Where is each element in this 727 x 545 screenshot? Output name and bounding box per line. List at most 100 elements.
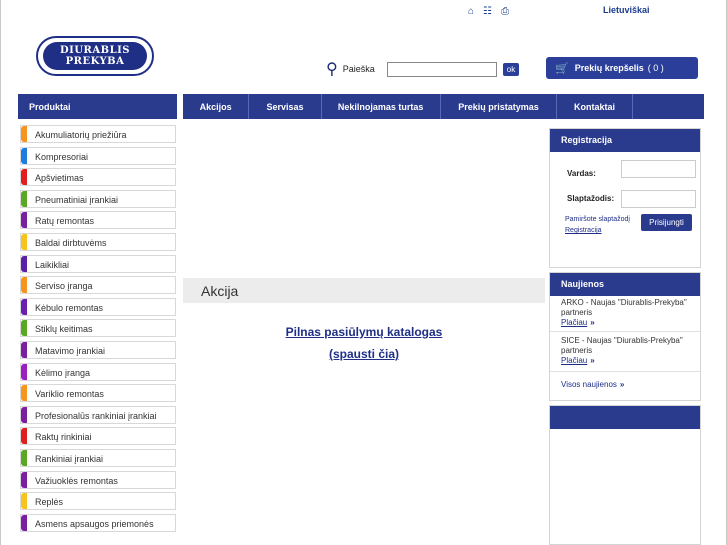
category-label: Rankiniai įrankiai [35,453,104,464]
category-label: Variklio remontas [35,389,104,400]
registration-title: Registracija [550,129,700,152]
print-icon[interactable]: ⎙ [501,6,509,17]
arrow-icon: » [619,380,625,389]
category-label: Apšvietimas [35,173,84,184]
category-color-bar [21,471,27,488]
category-label: Kėlimo įranga [35,367,91,378]
category-item[interactable]: Rankiniai įrankiai [20,448,176,467]
category-color-bar [21,190,27,207]
category-item[interactable]: Kėbulo remontas [20,297,176,316]
registration-panel: Registracija Vardas: Slaptažodis: Pamirš… [549,128,701,268]
category-label: Kėbulo remontas [35,302,104,313]
search-icon: ⚲ [326,61,338,78]
password-field[interactable] [621,190,696,208]
nav-item-prekiu-pristatymas[interactable]: Prekių pristatymas [441,94,558,119]
password-label: Slaptažodis: [567,194,615,203]
category-item[interactable]: Matavimo įrankiai [20,340,176,359]
category-item[interactable]: Laikikliai [20,254,176,273]
category-item[interactable]: Variklio remontas [20,384,176,403]
name-field[interactable] [621,160,696,178]
sidebar-title: Produktai [18,94,177,119]
account-links: Pamiršote slaptažodį Registracija [565,214,630,236]
category-label: Važiuoklės remontas [35,475,118,486]
login-button[interactable]: Prisijungti [641,214,692,231]
arrow-icon: » [590,356,595,365]
category-label: Asmens apsaugos priemonės [35,518,154,529]
category-item[interactable]: Serviso įranga [20,276,176,295]
category-item[interactable]: Replės [20,492,176,511]
section-header: Akcija [183,278,545,303]
catalog-line1: Pilnas pasiūlymų katalogas [285,325,443,339]
logo-text: DIURABLIS PREKYBA [43,42,147,70]
nav-item-servisas[interactable]: Servisas [249,94,322,119]
search-label: Paieška [342,64,375,74]
search-input[interactable] [386,61,497,77]
news-text: SICE - Naujas "Diurablis-Prekyba" partne… [561,336,683,355]
divider [550,371,700,372]
category-item[interactable]: Baldai dirbtuvėms [20,232,176,251]
nav-item-nekilnojamas-turtas[interactable]: Nekilnojamas turtas [322,94,441,119]
category-color-bar [21,255,27,272]
category-item[interactable]: Raktų rinkiniai [20,427,176,446]
register-link[interactable]: Registracija [565,227,602,234]
all-news-link[interactable]: Visos naujienos» [561,380,624,389]
category-item[interactable]: Asmens apsaugos priemonės [20,513,176,532]
divider [550,331,700,332]
category-label: Akumuliatorių priežiūra [35,130,127,140]
sitemap-icon[interactable]: ☷ [483,6,492,17]
news-panel: Naujienos ARKO - Naujas "Diurablis-Preky… [549,272,701,401]
category-color-bar [21,277,27,294]
news-title: Naujienos [550,273,700,296]
nav-filler [633,94,704,119]
all-news-label: Visos naujienos [561,380,617,389]
category-color-bar [21,449,27,466]
category-item[interactable]: Akumuliatorių priežiūra [20,125,176,143]
search-bar: ⚲ Paieška ok [326,59,520,79]
home-icon[interactable]: ⌂ [468,6,474,17]
category-label: Serviso įranga [35,281,93,292]
arrow-icon: » [590,318,595,327]
search-button[interactable]: ok [502,62,520,76]
category-color-bar [21,385,27,402]
catalog-link[interactable]: Pilnas pasiūlymų katalogas (spausti čia) [183,321,545,365]
top-icons: ⌂ ☷ ⎙ [468,6,509,17]
nav-item-kontaktai[interactable]: Kontaktai [557,94,633,119]
forgot-password-link[interactable]: Pamiršote slaptažodį [565,216,630,223]
category-label: Stiklų keitimas [35,324,93,335]
category-label: Pneumatiniai įrankiai [35,194,119,205]
language-link[interactable]: Lietuviškai [603,5,650,15]
main-nav: Akcijos Servisas Nekilnojamas turtas Pre… [183,94,704,119]
category-item[interactable]: Pneumatiniai įrankiai [20,189,176,208]
category-color-bar [21,363,27,380]
catalog-line2: (spausti čia) [328,347,400,361]
logo-line1: DIURABLIS [59,45,131,56]
category-color-bar [21,341,27,358]
nav-item-akcijos[interactable]: Akcijos [183,94,250,119]
category-label: Matavimo įrankiai [35,345,106,356]
category-item[interactable]: Važiuoklės remontas [20,470,176,489]
category-item[interactable]: Apšvietimas [20,168,176,187]
cart-button[interactable]: 🛒 Prekių krepšelis ( 0 ) [546,57,698,79]
category-item[interactable]: Kėlimo įranga [20,362,176,381]
category-label: Replės [35,497,64,508]
extra-panel [549,405,701,545]
cart-label: Prekių krepšelis [574,63,644,73]
category-label: Ratų remontas [35,216,95,227]
cart-icon: 🛒 [555,62,569,75]
category-item[interactable]: Profesionalūs rankiniai įrankiai [20,405,176,424]
category-item[interactable]: Stiklų keitimas [20,319,176,338]
category-label: Raktų rinkiniai [35,432,92,443]
category-color-bar [21,320,27,337]
news-more-link[interactable]: Plačiau [561,356,587,365]
news-item: ARKO - Naujas "Diurablis-Prekyba" partne… [561,298,693,328]
news-more-link[interactable]: Plačiau [561,318,587,327]
category-color-bar [21,514,27,531]
category-list: Akumuliatorių priežiūra Kompresoriai Apš… [20,125,176,535]
logo[interactable]: DIURABLIS PREKYBA [36,36,154,76]
logo-line2: PREKYBA [65,56,125,67]
news-item: SICE - Naujas "Diurablis-Prekyba" partne… [561,336,693,366]
category-color-bar [21,169,27,186]
category-item[interactable]: Ratų remontas [20,211,176,230]
category-item[interactable]: Kompresoriai [20,146,176,165]
category-color-bar [21,212,27,229]
